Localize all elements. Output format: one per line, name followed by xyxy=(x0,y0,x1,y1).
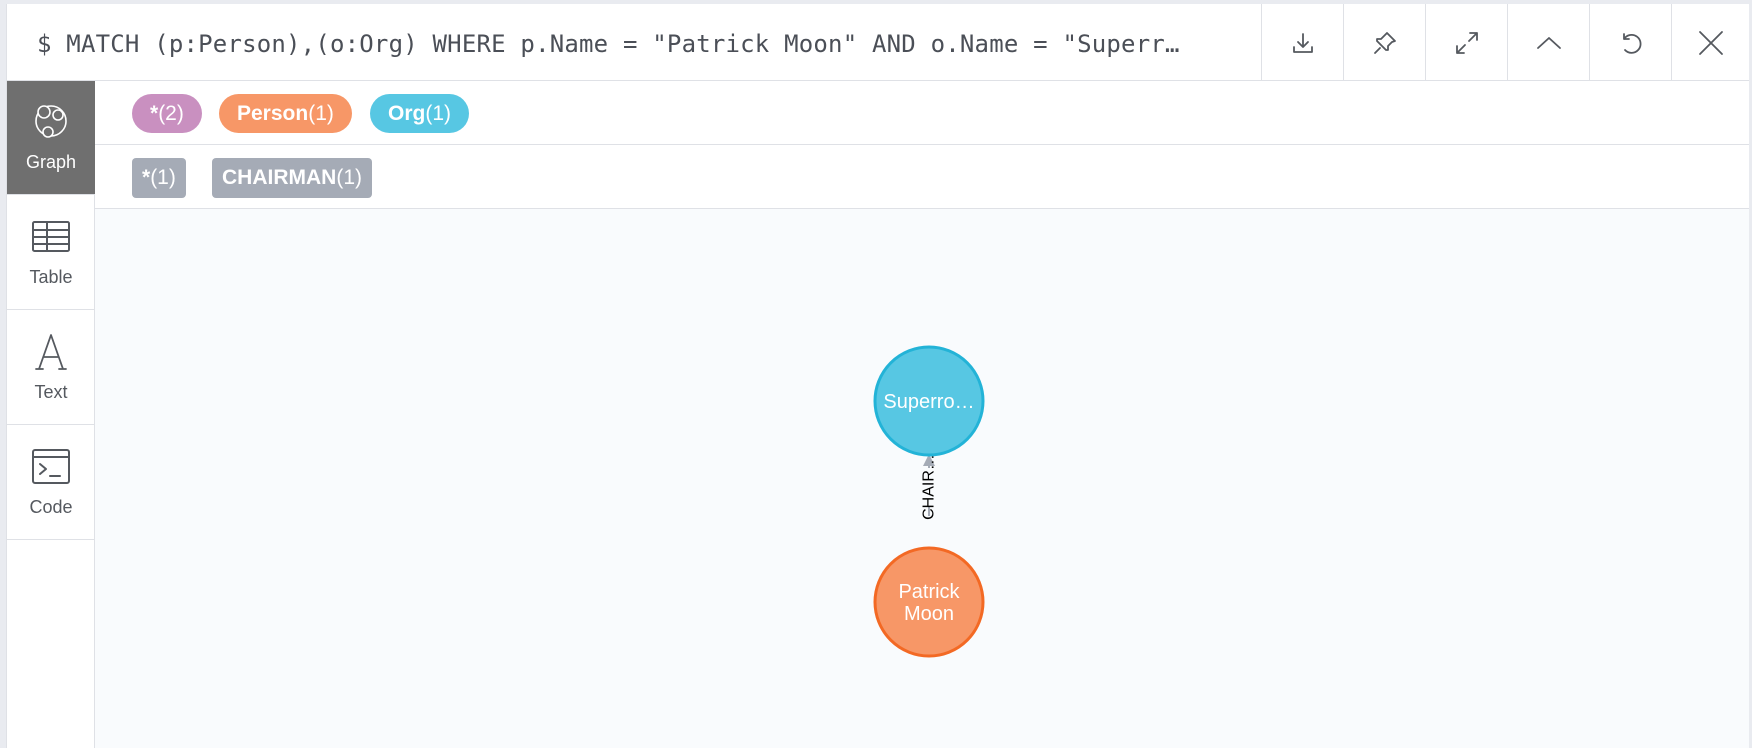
person-node-caption-line2: Moon xyxy=(904,603,954,625)
label-name: Org xyxy=(388,102,426,125)
expand-icon xyxy=(1455,31,1478,54)
sidebar-item-label: Table xyxy=(29,266,73,287)
label-count: (2) xyxy=(158,102,184,125)
node-label-legend: *(2) Person(1) Org(1) xyxy=(95,81,1749,145)
sidebar-item-graph[interactable]: Graph xyxy=(7,81,95,195)
reltype-tag-all[interactable]: *(1) xyxy=(132,158,186,198)
pin-button[interactable] xyxy=(1343,4,1425,81)
query-editor[interactable]: $ MATCH (p:Person),(o:Org) WHERE p.Name … xyxy=(37,4,1247,81)
org-node-caption: Superro… xyxy=(883,391,974,413)
chevron-up-icon xyxy=(1536,36,1561,49)
close-button[interactable] xyxy=(1671,4,1749,81)
graph-icon xyxy=(35,105,67,138)
org-node[interactable]: Superro… xyxy=(873,345,985,457)
reltype-count: (1) xyxy=(150,166,176,189)
sidebar-item-table[interactable]: Table xyxy=(7,195,95,310)
download-button[interactable] xyxy=(1261,4,1343,81)
sidebar-item-code[interactable]: Code xyxy=(7,425,95,540)
reltype-count: (1) xyxy=(336,166,362,189)
reltype-name: CHAIRMAN xyxy=(222,166,337,189)
person-node[interactable]: Patrick Moon xyxy=(873,546,985,658)
reltype-name: * xyxy=(142,166,151,189)
sidebar-item-label: Code xyxy=(29,496,73,517)
graph-canvas[interactable]: CHAIR… Superro… Patrick Moon xyxy=(95,209,1749,748)
fullscreen-button[interactable] xyxy=(1425,4,1507,81)
person-node-caption-line1: Patrick xyxy=(898,581,960,603)
label-pill-org[interactable]: Org(1) xyxy=(370,94,470,133)
frame-header: $ MATCH (p:Person),(o:Org) WHERE p.Name … xyxy=(7,4,1749,81)
table-icon xyxy=(32,220,70,252)
label-count: (1) xyxy=(425,102,452,125)
label-pill-all[interactable]: *(2) xyxy=(132,94,202,133)
sidebar-item-label: Graph xyxy=(25,152,77,172)
label-pill-person[interactable]: Person(1) xyxy=(219,94,352,133)
label-name: * xyxy=(150,102,159,125)
close-icon xyxy=(1698,30,1723,55)
view-sidebar: Graph Table Text Code xyxy=(7,81,95,748)
collapse-button[interactable] xyxy=(1507,4,1589,81)
pin-icon xyxy=(1373,31,1396,54)
text-icon xyxy=(35,333,67,370)
graph-svg: CHAIR… Superro… Patrick Moon xyxy=(873,345,985,658)
result-frame: $ MATCH (p:Person),(o:Org) WHERE p.Name … xyxy=(6,4,1749,748)
rerun-button[interactable] xyxy=(1589,4,1671,81)
relationship-type-legend: *(1) CHAIRMAN(1) xyxy=(95,145,1749,209)
sidebar-item-text[interactable]: Text xyxy=(7,310,95,425)
code-icon xyxy=(32,448,70,484)
label-count: (1) xyxy=(308,102,334,125)
sidebar-item-label: Text xyxy=(34,381,68,402)
label-name: Person xyxy=(237,102,309,125)
refresh-icon xyxy=(1622,32,1641,54)
download-icon xyxy=(1292,32,1313,53)
reltype-tag-chairman[interactable]: CHAIRMAN(1) xyxy=(212,158,372,198)
relationship-caption: CHAIR… xyxy=(921,454,938,520)
